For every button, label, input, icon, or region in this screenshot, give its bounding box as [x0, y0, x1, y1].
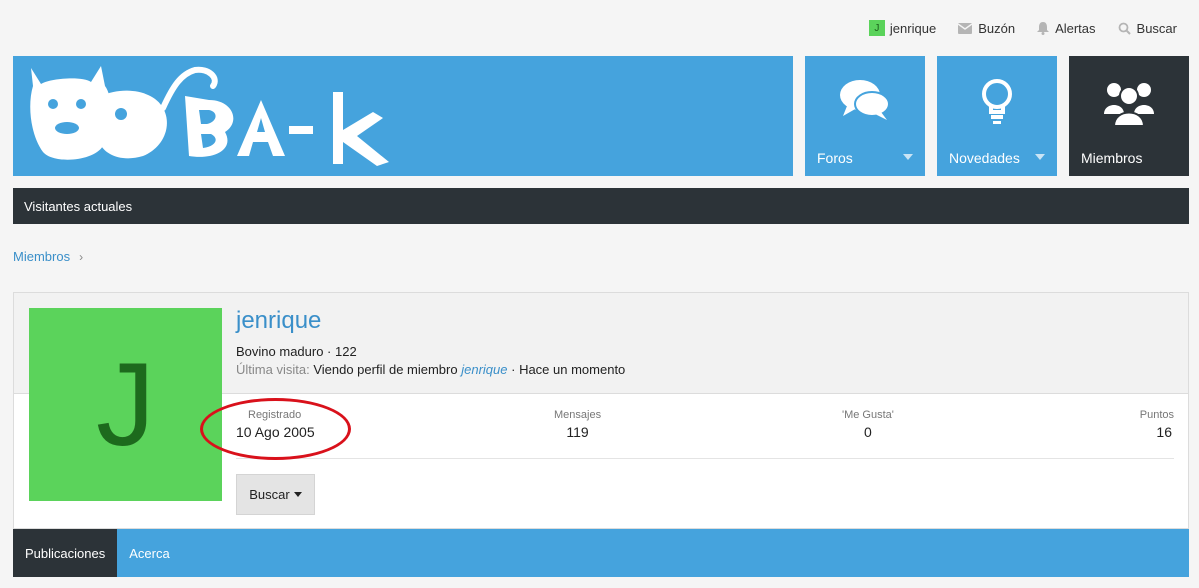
profile-stats: Registrado 10 Ago 2005 Mensajes 119 'Me …	[236, 409, 1174, 459]
avatar[interactable]: J	[29, 308, 222, 501]
nav-tile-novedades[interactable]: Novedades	[937, 56, 1057, 176]
alerts-link[interactable]: Alertas	[1037, 20, 1096, 36]
users-icon	[1104, 83, 1154, 127]
stat-points[interactable]: Puntos 16	[1140, 409, 1174, 440]
inbox-link[interactable]: Buzón	[958, 21, 1015, 36]
header-banner[interactable]	[13, 56, 793, 176]
lightbulb-icon	[982, 79, 1012, 124]
account-username: jenrique	[889, 20, 937, 36]
account-link[interactable]: J jenrique	[868, 20, 937, 36]
search-label: Buscar	[1136, 20, 1177, 36]
stat-value: 0	[864, 424, 872, 440]
chevron-down-icon[interactable]	[1035, 154, 1045, 160]
current-visitors-link[interactable]: Visitantes actuales	[24, 199, 132, 214]
breadcrumb-members[interactable]: Miembros	[13, 249, 70, 264]
breadcrumb: Miembros ›	[13, 249, 83, 264]
tab-publicaciones[interactable]: Publicaciones	[13, 529, 118, 577]
profile-tabs: Publicaciones Acerca	[13, 529, 1189, 577]
nav-tile-foros[interactable]: Foros	[805, 56, 925, 176]
site-logo[interactable]	[13, 56, 413, 176]
search-content-button[interactable]: Buscar	[236, 474, 315, 515]
chevron-down-icon[interactable]	[903, 154, 913, 160]
stat-value: 16	[1156, 424, 1172, 440]
stat-likes[interactable]: 'Me Gusta' 0	[842, 409, 894, 440]
last-seen-member-link[interactable]: jenrique	[461, 362, 507, 377]
search-button-label: Buscar	[249, 487, 290, 502]
last-seen-label: Última visita:	[236, 362, 310, 377]
stat-value: 119	[566, 424, 589, 440]
profile-username[interactable]: jenrique	[236, 307, 321, 335]
chevron-right-icon: ›	[79, 249, 84, 264]
profile-card: J jenrique Bovino maduro · 122 Última vi…	[13, 292, 1189, 529]
nav-tile-miembros[interactable]: Miembros	[1069, 56, 1189, 176]
inbox-label: Buzón	[978, 20, 1016, 36]
sub-nav: Visitantes actuales	[13, 188, 1189, 224]
envelope-icon	[958, 22, 973, 34]
last-seen-activity: Viendo perfil de miembro	[313, 362, 458, 377]
stat-label: Puntos	[1139, 409, 1174, 421]
stat-value: 10 Ago 2005	[236, 424, 315, 440]
stat-registered: Registrado 10 Ago 2005	[236, 409, 315, 440]
caret-down-icon	[293, 492, 302, 497]
stat-label: 'Me Gusta'	[842, 409, 894, 421]
speech-bubbles-icon	[840, 80, 890, 120]
search-icon	[1118, 22, 1131, 35]
bell-icon	[1037, 21, 1050, 35]
nav-label-novedades: Novedades	[949, 150, 1020, 166]
tab-acerca[interactable]: Acerca	[117, 529, 181, 577]
divider	[236, 458, 1174, 459]
last-seen-time: · Hace un momento	[511, 362, 626, 377]
nav-label-miembros: Miembros	[1081, 150, 1143, 166]
last-seen: Última visita: Viendo perfil de miembro …	[236, 362, 625, 377]
user-avatar-small: J	[868, 20, 885, 36]
stat-messages[interactable]: Mensajes 119	[554, 409, 601, 440]
alerts-label: Alertas	[1055, 20, 1096, 36]
search-link[interactable]: Buscar	[1118, 21, 1177, 36]
stat-label: Mensajes	[554, 409, 602, 421]
nav-label-foros: Foros	[817, 150, 853, 166]
stat-label: Registrado	[248, 409, 302, 421]
user-bar: J jenrique Buzón Alertas Buscar	[868, 18, 1199, 38]
user-title: Bovino maduro · 122	[236, 344, 357, 359]
